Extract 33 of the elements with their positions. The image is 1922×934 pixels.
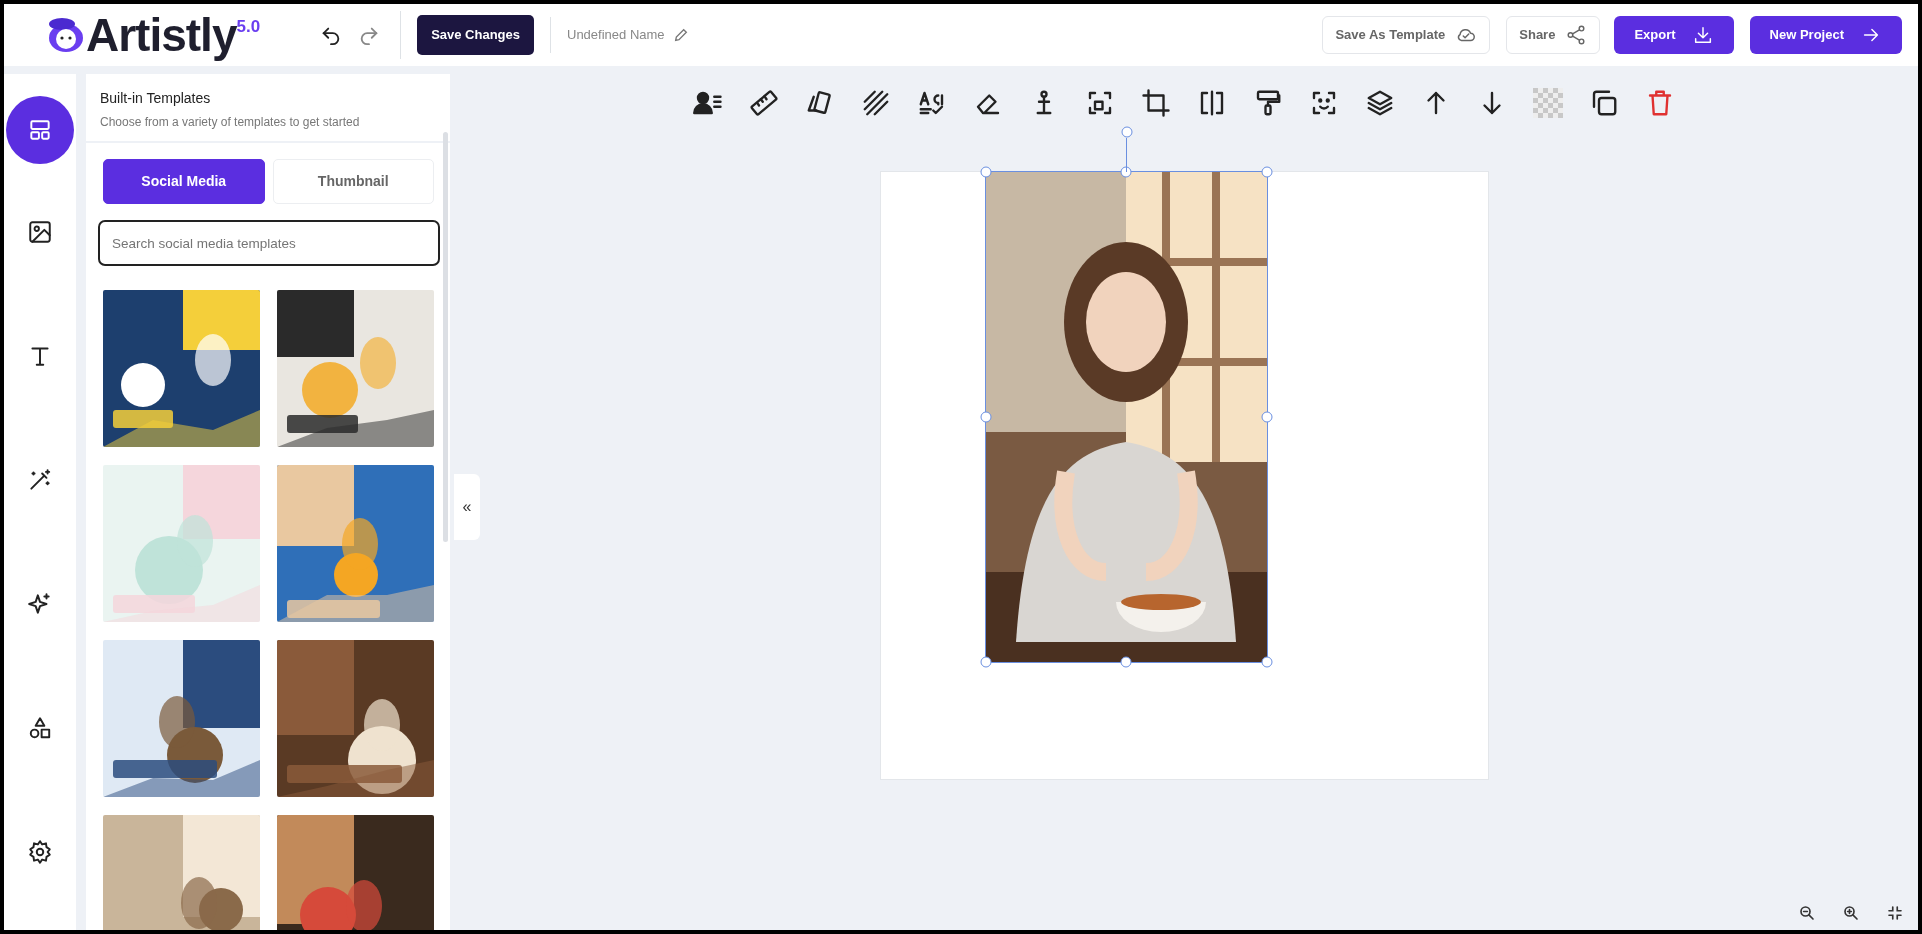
tab[interactable]: Social Media: [103, 159, 265, 204]
share-icon: [1565, 24, 1588, 46]
resize-handle[interactable]: [1261, 411, 1272, 423]
sparkle-icon: [27, 591, 53, 617]
tab[interactable]: Thumbnail: [272, 159, 434, 204]
pencil-icon[interactable]: [672, 27, 689, 43]
resize-handle[interactable]: [980, 656, 991, 668]
new-project-button[interactable]: New Project: [1749, 16, 1902, 54]
resize-handle[interactable]: [980, 166, 991, 178]
search-field[interactable]: Search social media templates: [98, 220, 440, 266]
share-button[interactable]: Share: [1506, 16, 1601, 54]
layout-icon: [27, 117, 53, 143]
panel-subtitle: Choose from a variety of templates to get started: [100, 114, 361, 131]
version-label: 5.0: [236, 16, 261, 36]
project-name[interactable]: Undefined Name: [567, 25, 665, 45]
rotate-line: [1125, 138, 1127, 172]
image-icon: [27, 219, 53, 245]
save-template-button[interactable]: Save As Template: [1322, 16, 1491, 54]
resize-handle[interactable]: [1261, 656, 1272, 668]
resize-handle[interactable]: [1120, 656, 1132, 668]
resize-handle[interactable]: [980, 411, 991, 423]
mascot-icon: [46, 16, 86, 54]
panel-title: Built-in Templates: [100, 89, 212, 108]
scrollbar[interactable]: [443, 132, 448, 542]
export-button[interactable]: Export: [1614, 16, 1734, 54]
resize-handle[interactable]: [1261, 166, 1272, 178]
rotate-handle[interactable]: [1121, 126, 1132, 138]
save-changes-button[interactable]: Save Changes: [417, 15, 534, 55]
collapse-button[interactable]: «: [454, 474, 480, 540]
crop-icon[interactable]: [1139, 86, 1173, 120]
shapes-icon: [27, 715, 53, 741]
settings-icon: [27, 839, 53, 865]
magic-wand-icon: [27, 467, 53, 493]
